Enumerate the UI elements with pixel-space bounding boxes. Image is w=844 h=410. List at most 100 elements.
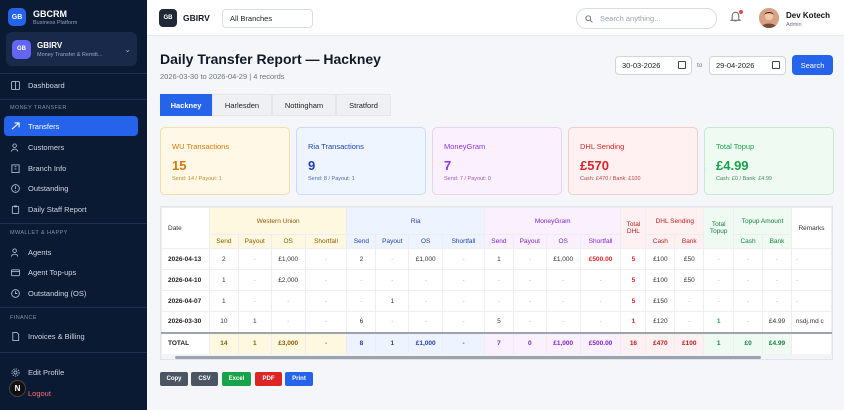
branch-select[interactable]: All Branches [222,9,313,28]
table-cell: - [790,248,832,270]
date-range-separator: to [697,62,703,69]
sidebar-item-daily-staff-report[interactable]: Daily Staff Report [4,199,138,219]
topbar: GB GBIRV All Branches Search anything...… [147,0,844,36]
table-cell: - [375,311,410,333]
table-cell: 5 [620,269,647,291]
total-cell: £1,000 [545,331,581,355]
horizontal-scrollbar[interactable] [161,354,832,359]
table-row: 2026-03-30 10 1- -6- - -5- - -1 £120-1- £4.99 nsdj… [161,311,832,333]
sidebar-item-dashboard[interactable]: Dashboard [4,75,138,95]
tab-hackney[interactable]: Hackney [160,94,212,116]
sidebar-item-transfers[interactable]: Transfers [4,116,138,136]
dashboard-icon [10,80,20,90]
export-csv-button[interactable]: CSV [191,372,218,386]
summary-card-subtext: Send: 7 / Payout: 0 [444,176,491,182]
total-cell [790,331,832,355]
col-subheader: Payout [237,234,272,249]
table-cell: - [762,269,792,291]
row-date: 2026-04-13 [161,248,210,270]
sidebar-item-outstanding[interactable]: Outstanding [4,178,138,198]
sidebar-item-label: Agents [28,247,52,257]
table-cell: - [762,290,792,312]
export-excel-button[interactable]: Excel [222,372,251,386]
sidebar-item-label: Outstanding [28,183,69,193]
transfer-icon [10,121,20,131]
table-cell: - [346,269,377,291]
summary-card-subtext: Send: 8 / Payout: 1 [308,176,355,182]
sidebar: GB GBCRM Business Platform GB GBIRV Mone… [0,0,147,410]
sidebar-item-label: Logout [28,388,51,398]
row-date: 2026-03-30 [161,311,210,333]
table-cell: - [762,248,792,270]
table-cell: - [375,269,410,291]
table-cell: - [733,269,764,291]
clipboard-icon [10,204,20,214]
col-subheader: Send [483,234,514,249]
table-cell: 1 [483,248,514,270]
export-copy-button[interactable]: Copy [160,372,188,386]
document-icon [10,331,20,341]
calendar-icon[interactable] [678,61,686,69]
divider [0,73,147,74]
summary-card-subtext: Send: 14 / Payout: 1 [172,176,222,182]
sidebar-item-agent-topups[interactable]: Agent Top-ups [4,262,138,282]
notification-bell-icon[interactable] [729,10,743,23]
chevron-down-icon: ⌄ [124,44,131,54]
section-finance: FINANCE [10,315,37,321]
table-cell: - [674,290,705,312]
summary-card: MoneyGram 7 Send: 7 / Payout: 0 [432,127,562,195]
user-avatar[interactable] [759,8,779,28]
sidebar-item-outstanding-os[interactable]: Outstanding (OS) [4,283,138,303]
tab-nottingham[interactable]: Nottingham [272,94,336,116]
table-cell: £50 [674,248,705,270]
sidebar-item-branch-info[interactable]: Branch Info [4,158,138,178]
table-cell: - [304,311,348,333]
table-cell: 6 [346,311,377,333]
date-to-value: 29-04-2026 [716,61,755,70]
calendar-icon[interactable] [772,61,780,69]
col-header-remarks: Remarks [790,207,832,249]
table-cell: - [304,290,348,312]
sidebar-item-invoices[interactable]: Invoices & Billing [4,326,138,346]
export-print-button[interactable]: Print [285,372,313,386]
row-date: 2026-04-10 [161,269,210,291]
col-subheader: OS [270,234,306,249]
total-cell: 1 [375,331,410,355]
scrollbar-thumb[interactable] [175,356,761,359]
table-cell: - [237,269,272,291]
business-name: GBIRV [183,13,210,23]
summary-card-value: 7 [444,158,452,173]
col-header-total-topup: Total Topup [703,207,735,249]
business-switcher[interactable]: GB GBIRV Money Transfer & Remitt... ⌄ [6,32,137,66]
tab-harlesden[interactable]: Harlesden [212,94,272,116]
group-header-ria: Ria [346,207,485,235]
table-cell: 1 [703,311,735,333]
divider [0,223,147,224]
search-icon [585,14,593,23]
table-total-row: TOTAL 14 1 £3,000-8 1 £1,000-7 0 £1,000 £500.00 1… [161,331,832,355]
sidebar-item-edit-profile[interactable]: Edit Profile [4,362,138,382]
brand-logo: GB [8,8,26,26]
col-subheader: Payout [375,234,410,249]
business-logo: GB [12,39,31,59]
col-subheader: OS [408,234,444,249]
sidebar-item-agents[interactable]: Agents [4,242,138,262]
table-cell: - [237,248,272,270]
export-pdf-button[interactable]: PDF [255,372,282,386]
table-cell: £500.00 [579,248,622,270]
table-cell: - [442,248,485,270]
brand-name: GBCRM [33,8,67,19]
total-cell: - [442,331,485,355]
avatar[interactable]: N [9,380,26,397]
col-subheader: Shortfall [579,234,622,249]
tab-stratford[interactable]: Stratford [336,94,391,116]
table-cell: 10 [208,311,239,333]
clock-icon [10,288,20,298]
search-input[interactable]: Search anything... [576,8,717,29]
search-button[interactable]: Search [792,55,833,75]
users-icon [10,247,20,257]
date-to-input[interactable]: 29-04-2026 [709,56,786,75]
summary-card-label: DHL Sending [580,142,625,151]
date-from-input[interactable]: 30-03-2026 [615,56,692,75]
sidebar-item-customers[interactable]: Customers [4,137,138,157]
